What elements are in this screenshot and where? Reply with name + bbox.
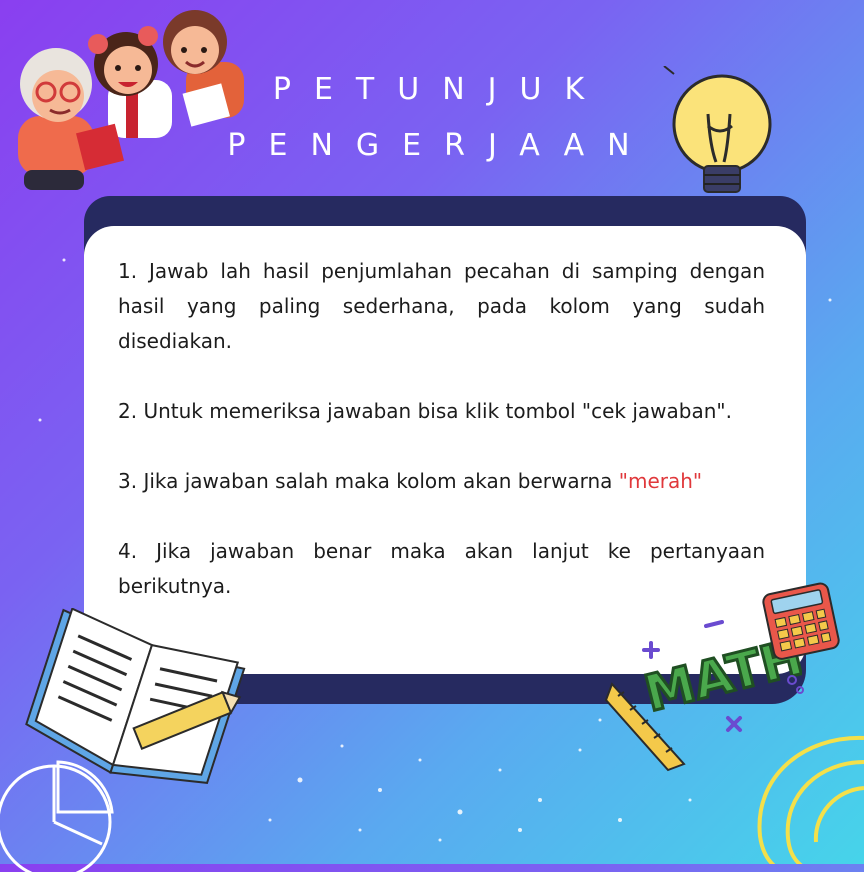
title-line-2: PENGERJAAN bbox=[227, 128, 653, 163]
pencil-icon bbox=[132, 690, 242, 750]
title-line-1: PETUNJUK bbox=[272, 72, 608, 107]
instruction-item-2: 2. Untuk memeriksa jawaban bisa klik tom… bbox=[118, 399, 732, 423]
instruction-item-3: 3. Jika jawaban salah maka kolom akan be… bbox=[118, 464, 765, 499]
instruction-item-3-text: 3. Jika jawaban salah maka kolom akan be… bbox=[118, 469, 619, 493]
highlight-merah: "merah" bbox=[618, 469, 703, 493]
pie-chart-icon bbox=[0, 760, 114, 872]
instruction-list: 1. Jawab lah hasil penjumlahan pecahan d… bbox=[118, 254, 765, 639]
spiral-decoration bbox=[757, 735, 864, 864]
instruction-item-1: 1. Jawab lah hasil penjumlahan pecahan d… bbox=[118, 259, 765, 353]
instruction-item-4: 4. Jika jawaban benar maka akan lanjut k… bbox=[118, 539, 765, 598]
